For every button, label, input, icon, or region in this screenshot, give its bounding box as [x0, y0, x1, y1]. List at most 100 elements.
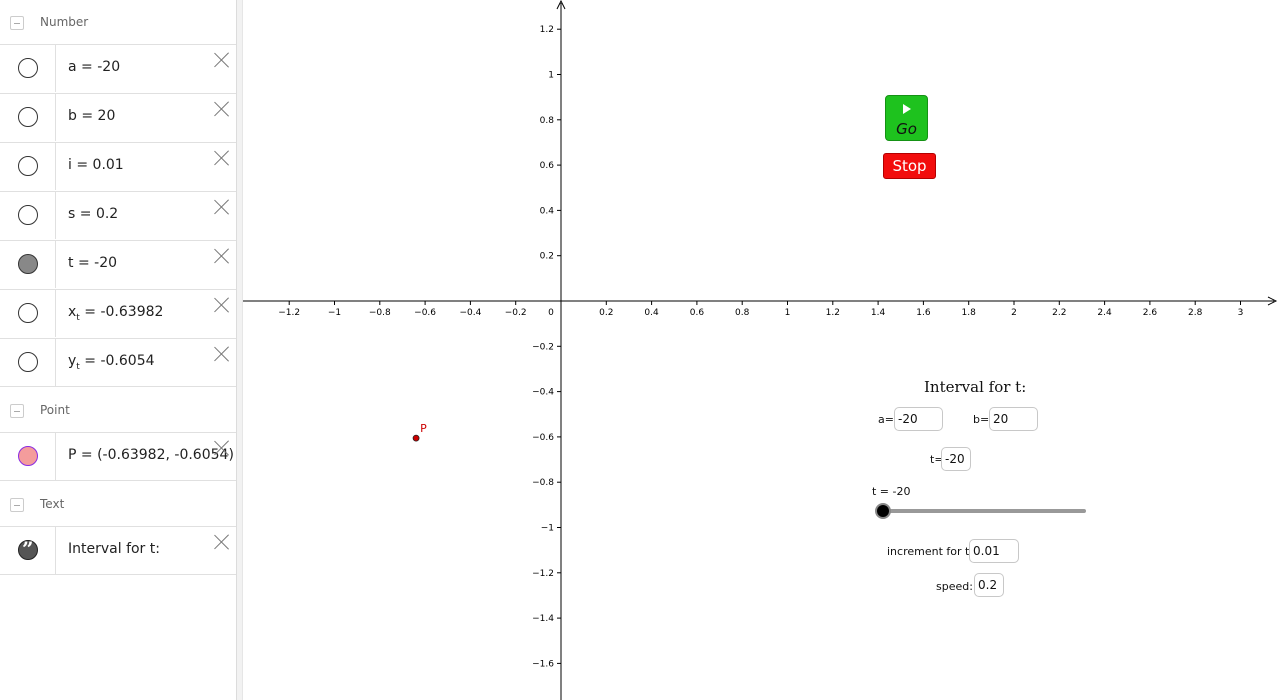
stop-button[interactable]: Stop	[883, 153, 936, 179]
group-number[interactable]: Number	[0, 0, 236, 44]
y-tick-label: −0.8	[532, 478, 554, 488]
collapse-icon[interactable]	[10, 404, 24, 418]
speed-label: speed:	[936, 580, 973, 593]
coordinate-plane[interactable]: −1.2 −1 −0.8 −0.6 −0.4 −0.2 0.2 0.4 0.6 0.8 1 1.2 1.…	[243, 0, 1280, 700]
x-tick-label: 2.8	[1188, 308, 1203, 318]
visibility-cell	[0, 192, 56, 239]
algebra-row[interactable]: s = 0.2	[0, 191, 236, 239]
x-tick-label: 2	[1011, 308, 1017, 318]
visibility-toggle-icon[interactable]	[18, 446, 38, 466]
algebra-expression[interactable]: a = -20	[68, 59, 120, 75]
x-tick-label: 2.2	[1052, 308, 1066, 318]
equals-sign: =	[76, 447, 98, 463]
visibility-cell	[0, 527, 56, 574]
visibility-cell	[0, 241, 56, 288]
y-tick-label: −0.6	[532, 433, 554, 443]
object-name: b	[68, 108, 77, 124]
t-slider-handle[interactable]	[875, 503, 891, 519]
algebra-row[interactable]: t = -20	[0, 240, 236, 288]
x-tick-label: 0.4	[644, 308, 659, 318]
visibility-cell	[0, 290, 56, 337]
y-tick-label: 0.6	[540, 161, 555, 171]
a-label: a=	[878, 413, 894, 426]
close-icon[interactable]	[213, 345, 231, 363]
algebra-expression[interactable]: yt = -0.6054	[68, 353, 155, 372]
close-icon[interactable]	[213, 439, 231, 457]
algebra-row[interactable]: i = 0.01	[0, 142, 236, 190]
visibility-cell	[0, 339, 56, 386]
visibility-toggle-icon[interactable]	[18, 58, 38, 78]
equals-sign: =	[73, 255, 95, 271]
algebra-view: Number Point Text a = -20 b = 20 i = 0.01 s…	[0, 0, 236, 700]
go-button[interactable]: Go	[885, 95, 928, 141]
increment-input[interactable]: 0.01	[969, 539, 1019, 563]
close-icon[interactable]	[213, 533, 231, 551]
visibility-toggle-icon[interactable]	[18, 303, 38, 323]
close-icon[interactable]	[213, 198, 231, 216]
algebra-expression[interactable]: i = 0.01	[68, 157, 124, 173]
play-icon	[903, 104, 911, 114]
x-tick-label: −0.6	[414, 308, 436, 318]
group-text[interactable]: Text	[0, 482, 236, 526]
close-icon[interactable]	[213, 51, 231, 69]
algebra-row[interactable]: P = (-0.63982, -0.6054)	[0, 432, 236, 481]
algebra-row[interactable]: yt = -0.6054	[0, 338, 236, 387]
object-name: a	[68, 59, 77, 75]
visibility-cell	[0, 433, 56, 480]
b-label: b=	[973, 413, 990, 426]
algebra-expression[interactable]: Interval for t:	[68, 541, 160, 557]
y-tick-label: −1.2	[532, 569, 554, 579]
a-input[interactable]: -20	[894, 407, 943, 431]
close-icon[interactable]	[213, 296, 231, 314]
close-icon[interactable]	[213, 247, 231, 265]
algebra-expression[interactable]: xt = -0.63982	[68, 304, 163, 323]
y-tick-label: 1.2	[540, 25, 554, 35]
group-label-text: Text	[40, 497, 65, 511]
point-p[interactable]	[412, 434, 420, 442]
algebra-row[interactable]: Interval for t:	[0, 526, 236, 575]
algebra-expression[interactable]: b = 20	[68, 108, 115, 124]
visibility-cell	[0, 143, 56, 190]
equals-sign: =	[79, 304, 101, 320]
algebra-row[interactable]: a = -20	[0, 44, 236, 92]
x-tick-label: −0.4	[459, 308, 481, 318]
equals-sign: =	[71, 157, 93, 173]
visibility-cell	[0, 94, 56, 141]
view-divider[interactable]	[236, 0, 243, 700]
algebra-row[interactable]: xt = -0.63982	[0, 289, 236, 337]
visibility-toggle-icon[interactable]	[18, 205, 38, 225]
t-input[interactable]: -20	[941, 447, 971, 471]
x-tick-label: 3	[1238, 308, 1244, 318]
visibility-toggle-icon[interactable]	[18, 254, 38, 274]
visibility-toggle-icon[interactable]	[18, 156, 38, 176]
point-p-label: P	[420, 422, 427, 435]
equals-sign: =	[76, 59, 98, 75]
algebra-row[interactable]: b = 20	[0, 93, 236, 141]
t-slider-track[interactable]	[883, 509, 1086, 513]
object-value: -0.6054	[100, 353, 155, 369]
algebra-expression[interactable]: s = 0.2	[68, 206, 118, 222]
speed-input[interactable]: 0.2	[974, 573, 1004, 597]
close-icon[interactable]	[213, 100, 231, 118]
collapse-icon[interactable]	[10, 498, 24, 512]
collapse-icon[interactable]	[10, 16, 24, 30]
y-tick-label: −1.6	[532, 659, 554, 669]
group-point[interactable]: Point	[0, 388, 236, 432]
graphics-view[interactable]: −1.2 −1 −0.8 −0.6 −0.4 −0.2 0.2 0.4 0.6 0.8 1 1.2 1.…	[243, 0, 1280, 700]
quote-icon[interactable]	[18, 537, 38, 561]
y-tick-label: 0.4	[540, 206, 555, 216]
close-icon[interactable]	[213, 149, 231, 167]
y-tick-label: −0.2	[532, 342, 554, 352]
visibility-toggle-icon[interactable]	[18, 107, 38, 127]
y-tick-label: 0.8	[540, 116, 555, 126]
algebra-expression[interactable]: t = -20	[68, 255, 117, 271]
go-label: Go	[896, 120, 917, 138]
b-input[interactable]: 20	[989, 407, 1038, 431]
x-tick-label: 1.8	[962, 308, 977, 318]
increment-label: increment for t:	[887, 545, 974, 558]
object-value: -0.63982	[100, 304, 164, 320]
group-label-point: Point	[40, 403, 70, 417]
equals-sign: =	[75, 206, 96, 222]
algebra-expression[interactable]: P = (-0.63982, -0.6054)	[68, 447, 234, 463]
visibility-toggle-icon[interactable]	[18, 352, 38, 372]
